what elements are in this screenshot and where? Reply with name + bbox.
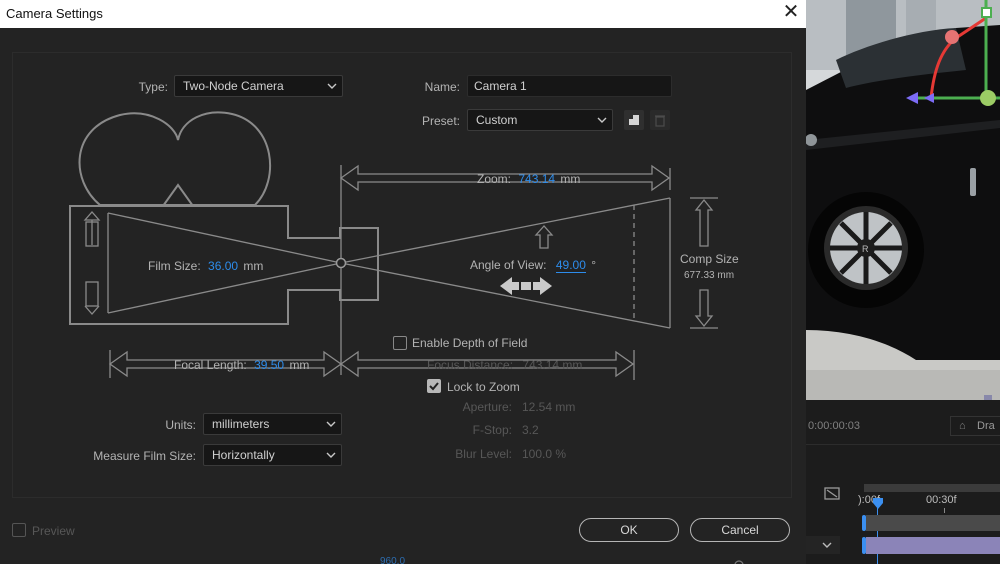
preview-checkbox[interactable] <box>12 523 26 537</box>
angle-of-view-value[interactable]: 49.00 <box>555 258 586 273</box>
draft-3d-label: Dra <box>977 420 995 432</box>
aperture-label: Aperture: <box>462 400 512 414</box>
work-area-bar[interactable] <box>864 484 1000 492</box>
timeline-panel: 0:00:00:03 ⌂ Dra ):00f 00:30f <box>806 400 1000 564</box>
aperture-value: 12.54 mm <box>522 400 576 414</box>
focus-distance-value: 743.14 mm <box>522 358 583 372</box>
fstop-value: 3.2 <box>522 423 539 437</box>
measure-film-size-value: Horizontally <box>212 448 275 462</box>
focal-length-value[interactable]: 39.50 <box>254 358 284 372</box>
focal-length-unit: mm <box>289 358 310 372</box>
layer2-track-bar[interactable] <box>866 537 1000 554</box>
focal-length-label: Focal Length: <box>174 358 247 372</box>
chevron-down-icon <box>822 542 832 548</box>
draft-3d-icon: ⌂ <box>959 420 966 432</box>
blur-level-label: Blur Level: <box>455 447 512 461</box>
comp-size-value: 677.33 mm <box>684 270 735 281</box>
units-value: millimeters <box>212 417 270 431</box>
viewer-image: R <box>806 0 1000 400</box>
svg-text:R: R <box>862 244 869 254</box>
lock-to-zoom-checkbox[interactable] <box>427 379 441 393</box>
comp-size-label: Comp Size <box>680 252 739 266</box>
ok-button[interactable]: OK <box>579 518 679 542</box>
measure-film-size-label: Measure Film Size: <box>93 449 196 463</box>
zoom-label: Zoom: <box>477 172 512 186</box>
composition-viewer[interactable]: R <box>806 0 1000 400</box>
enable-depth-of-field-label: Enable Depth of Field <box>412 336 528 350</box>
measure-film-size-dropdown[interactable]: Horizontally <box>203 444 342 466</box>
ruler-tick <box>944 508 945 513</box>
angle-of-view-label: Angle of View: <box>470 258 547 272</box>
fstop-label: F-Stop: <box>472 423 512 437</box>
enable-depth-of-field-checkbox[interactable] <box>393 336 407 350</box>
draft-3d-toggle[interactable]: ⌂ Dra <box>950 416 1000 436</box>
film-size-unit: mm <box>243 259 264 273</box>
chevron-down-icon <box>326 421 336 427</box>
partial-value-text: 960.0 <box>380 556 406 564</box>
preview-label: Preview <box>32 524 75 538</box>
focus-distance-label: Focus Distance: <box>427 358 514 372</box>
timecode[interactable]: 0:00:00:03 <box>808 420 860 432</box>
zoom-value[interactable]: 743.14 <box>518 172 555 186</box>
layer-track-bar[interactable] <box>866 515 1000 531</box>
zoom-field: Zoom: 743.14 mm <box>477 172 580 186</box>
layer-dropdown[interactable] <box>806 536 840 554</box>
ruler-label-30f: 00:30f <box>926 494 957 506</box>
checkmark-icon <box>429 382 439 391</box>
blur-level-value: 100.0 % <box>522 447 567 461</box>
composition-flowchart-icon[interactable] <box>824 486 842 502</box>
angle-of-view-unit: ° <box>591 258 597 272</box>
focus-distance-field: Focus Distance: 743.14 mm <box>427 358 582 372</box>
film-size-field: Film Size: 36.00 mm <box>148 259 263 273</box>
chevron-down-icon <box>326 452 336 458</box>
partial-icon <box>733 555 745 564</box>
units-label: Units: <box>165 418 196 432</box>
focal-length-field: Focal Length: 39.50 mm <box>174 358 309 372</box>
camera-settings-dialog: Camera Settings ✕ Type: Two-Node Camera … <box>0 0 806 564</box>
units-dropdown[interactable]: millimeters <box>203 413 342 435</box>
film-size-value[interactable]: 36.00 <box>208 259 238 273</box>
zoom-unit: mm <box>560 172 581 186</box>
angle-of-view-field: Angle of View: 49.00 ° <box>470 258 597 273</box>
film-size-label: Film Size: <box>148 259 201 273</box>
lock-to-zoom-label: Lock to Zoom <box>447 380 520 394</box>
timeline-divider <box>806 444 1000 445</box>
playhead-icon[interactable] <box>872 498 884 510</box>
cancel-button[interactable]: Cancel <box>690 518 790 542</box>
